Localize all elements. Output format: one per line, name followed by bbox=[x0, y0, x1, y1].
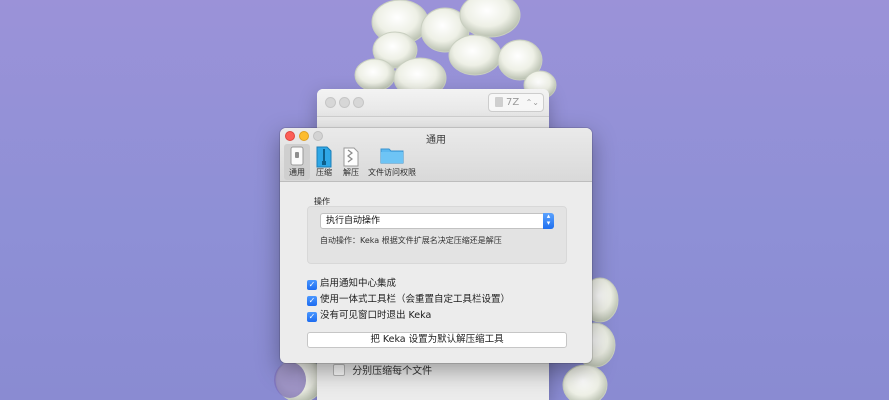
close-dot-inactive[interactable] bbox=[325, 97, 336, 108]
preferences-window: 通用 通用 压缩 解压 文件访问权限 操作 执行自动操作 ▴ ▾ 自动操作：Ke… bbox=[280, 128, 592, 363]
tab-compress-label: 压缩 bbox=[316, 168, 332, 177]
separate-compress-checkbox[interactable]: 分别压缩每个文件 bbox=[333, 362, 432, 377]
tab-general[interactable]: 通用 bbox=[284, 144, 310, 180]
extract-icon bbox=[343, 147, 359, 167]
checkmark-icon[interactable]: ✓ bbox=[307, 296, 317, 306]
background-window-titlebar: 7Z ⌃⌄ bbox=[317, 89, 549, 117]
chevron-updown-icon: ⌃⌄ bbox=[525, 98, 539, 107]
compress-icon bbox=[316, 146, 332, 168]
unified-toolbar-checkbox[interactable]: ✓ 使用一体式工具栏（会重置自定工具栏设置） bbox=[307, 291, 510, 306]
checkbox-label: 使用一体式工具栏（会重置自定工具栏设置） bbox=[320, 294, 511, 305]
action-popup-value: 执行自动操作 bbox=[326, 216, 381, 226]
tab-file-access-label: 文件访问权限 bbox=[368, 168, 416, 177]
minimize-dot-inactive[interactable] bbox=[339, 97, 350, 108]
tab-general-label: 通用 bbox=[289, 168, 305, 177]
format-select[interactable]: 7Z ⌃⌄ bbox=[488, 93, 544, 112]
action-popup[interactable]: 执行自动操作 ▴ ▾ bbox=[320, 213, 554, 229]
set-default-button[interactable]: 把 Keka 设置为默认解压缩工具 bbox=[307, 332, 567, 348]
checkbox-label: 启用通知中心集成 bbox=[320, 278, 397, 289]
tab-file-access[interactable]: 文件访问权限 bbox=[366, 144, 418, 180]
separate-compress-label: 分别压缩每个文件 bbox=[352, 366, 433, 377]
format-select-value: 7Z bbox=[506, 97, 520, 108]
tab-compress[interactable]: 压缩 bbox=[312, 144, 336, 180]
checkmark-icon[interactable]: ✓ bbox=[307, 312, 317, 322]
chevron-updown-icon: ▴ ▾ bbox=[543, 213, 554, 229]
quit-no-window-checkbox[interactable]: ✓ 没有可见窗口时退出 Keka bbox=[307, 307, 431, 322]
checkbox-box[interactable] bbox=[333, 364, 345, 376]
tab-extract-label: 解压 bbox=[343, 168, 359, 177]
document-icon bbox=[495, 97, 503, 107]
folder-icon bbox=[380, 148, 404, 164]
window-titlebar: 通用 通用 压缩 解压 文件访问权限 bbox=[280, 128, 592, 182]
tab-extract[interactable]: 解压 bbox=[338, 144, 364, 180]
zoom-dot-inactive[interactable] bbox=[353, 97, 364, 108]
checkbox-label: 没有可见窗口时退出 Keka bbox=[320, 310, 432, 321]
checkmark-icon[interactable]: ✓ bbox=[307, 280, 317, 290]
switch-icon bbox=[290, 146, 304, 166]
notification-center-checkbox[interactable]: ✓ 启用通知中心集成 bbox=[307, 275, 396, 290]
action-description: 自动操作：Keka 根据文件扩展名决定压缩还是解压 bbox=[320, 236, 502, 245]
action-group-box: 执行自动操作 ▴ ▾ 自动操作：Keka 根据文件扩展名决定压缩还是解压 bbox=[307, 206, 567, 264]
